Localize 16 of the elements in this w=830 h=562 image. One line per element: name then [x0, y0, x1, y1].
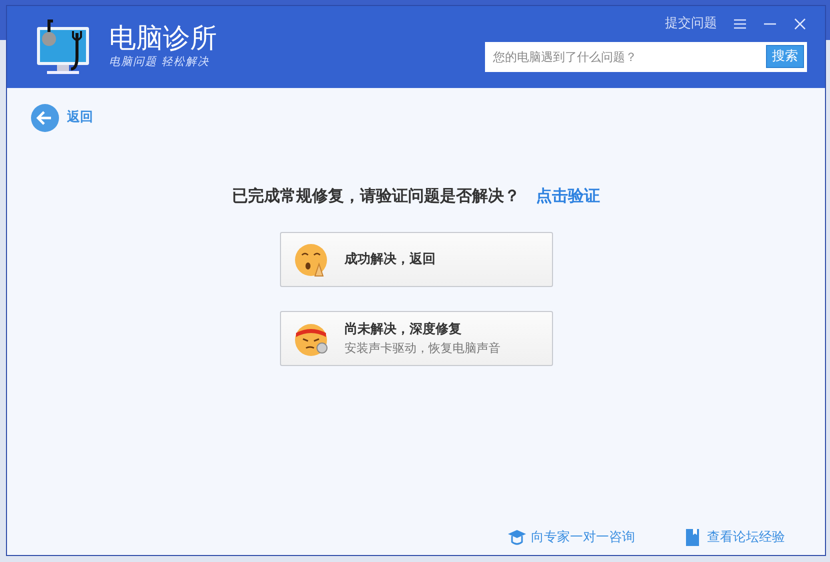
close-icon[interactable] — [793, 16, 807, 31]
app-title: 电脑诊所 — [109, 24, 217, 54]
smiley-icon — [292, 242, 328, 278]
option-button[interactable]: 尚未解决，深度修复 安装声卡驱动，恢复电脑声音 — [280, 311, 552, 366]
footer-link[interactable]: 查看论坛经验 — [683, 528, 785, 547]
search-field[interactable]: 您的电脑遇到了什么问题？ 搜索 — [485, 42, 807, 72]
back-link[interactable]: 返回 — [67, 108, 93, 128]
option-button[interactable]: 成功解决，返回 — [280, 232, 552, 287]
verify-link[interactable]: 点击验证 — [536, 184, 600, 208]
graduation-cap-icon — [507, 528, 527, 546]
search-button[interactable]: 搜索 — [766, 44, 804, 68]
menu-icon[interactable] — [733, 16, 747, 31]
submit-issue-link[interactable]: 提交问题 — [665, 14, 717, 34]
app-slogan: 电脑问题 轻松解决 — [109, 54, 210, 70]
footer-link[interactable]: 向专家一对一咨询 — [507, 528, 635, 547]
prompt-text: 已完成常规修复，请验证问题是否解决？ — [232, 185, 520, 207]
